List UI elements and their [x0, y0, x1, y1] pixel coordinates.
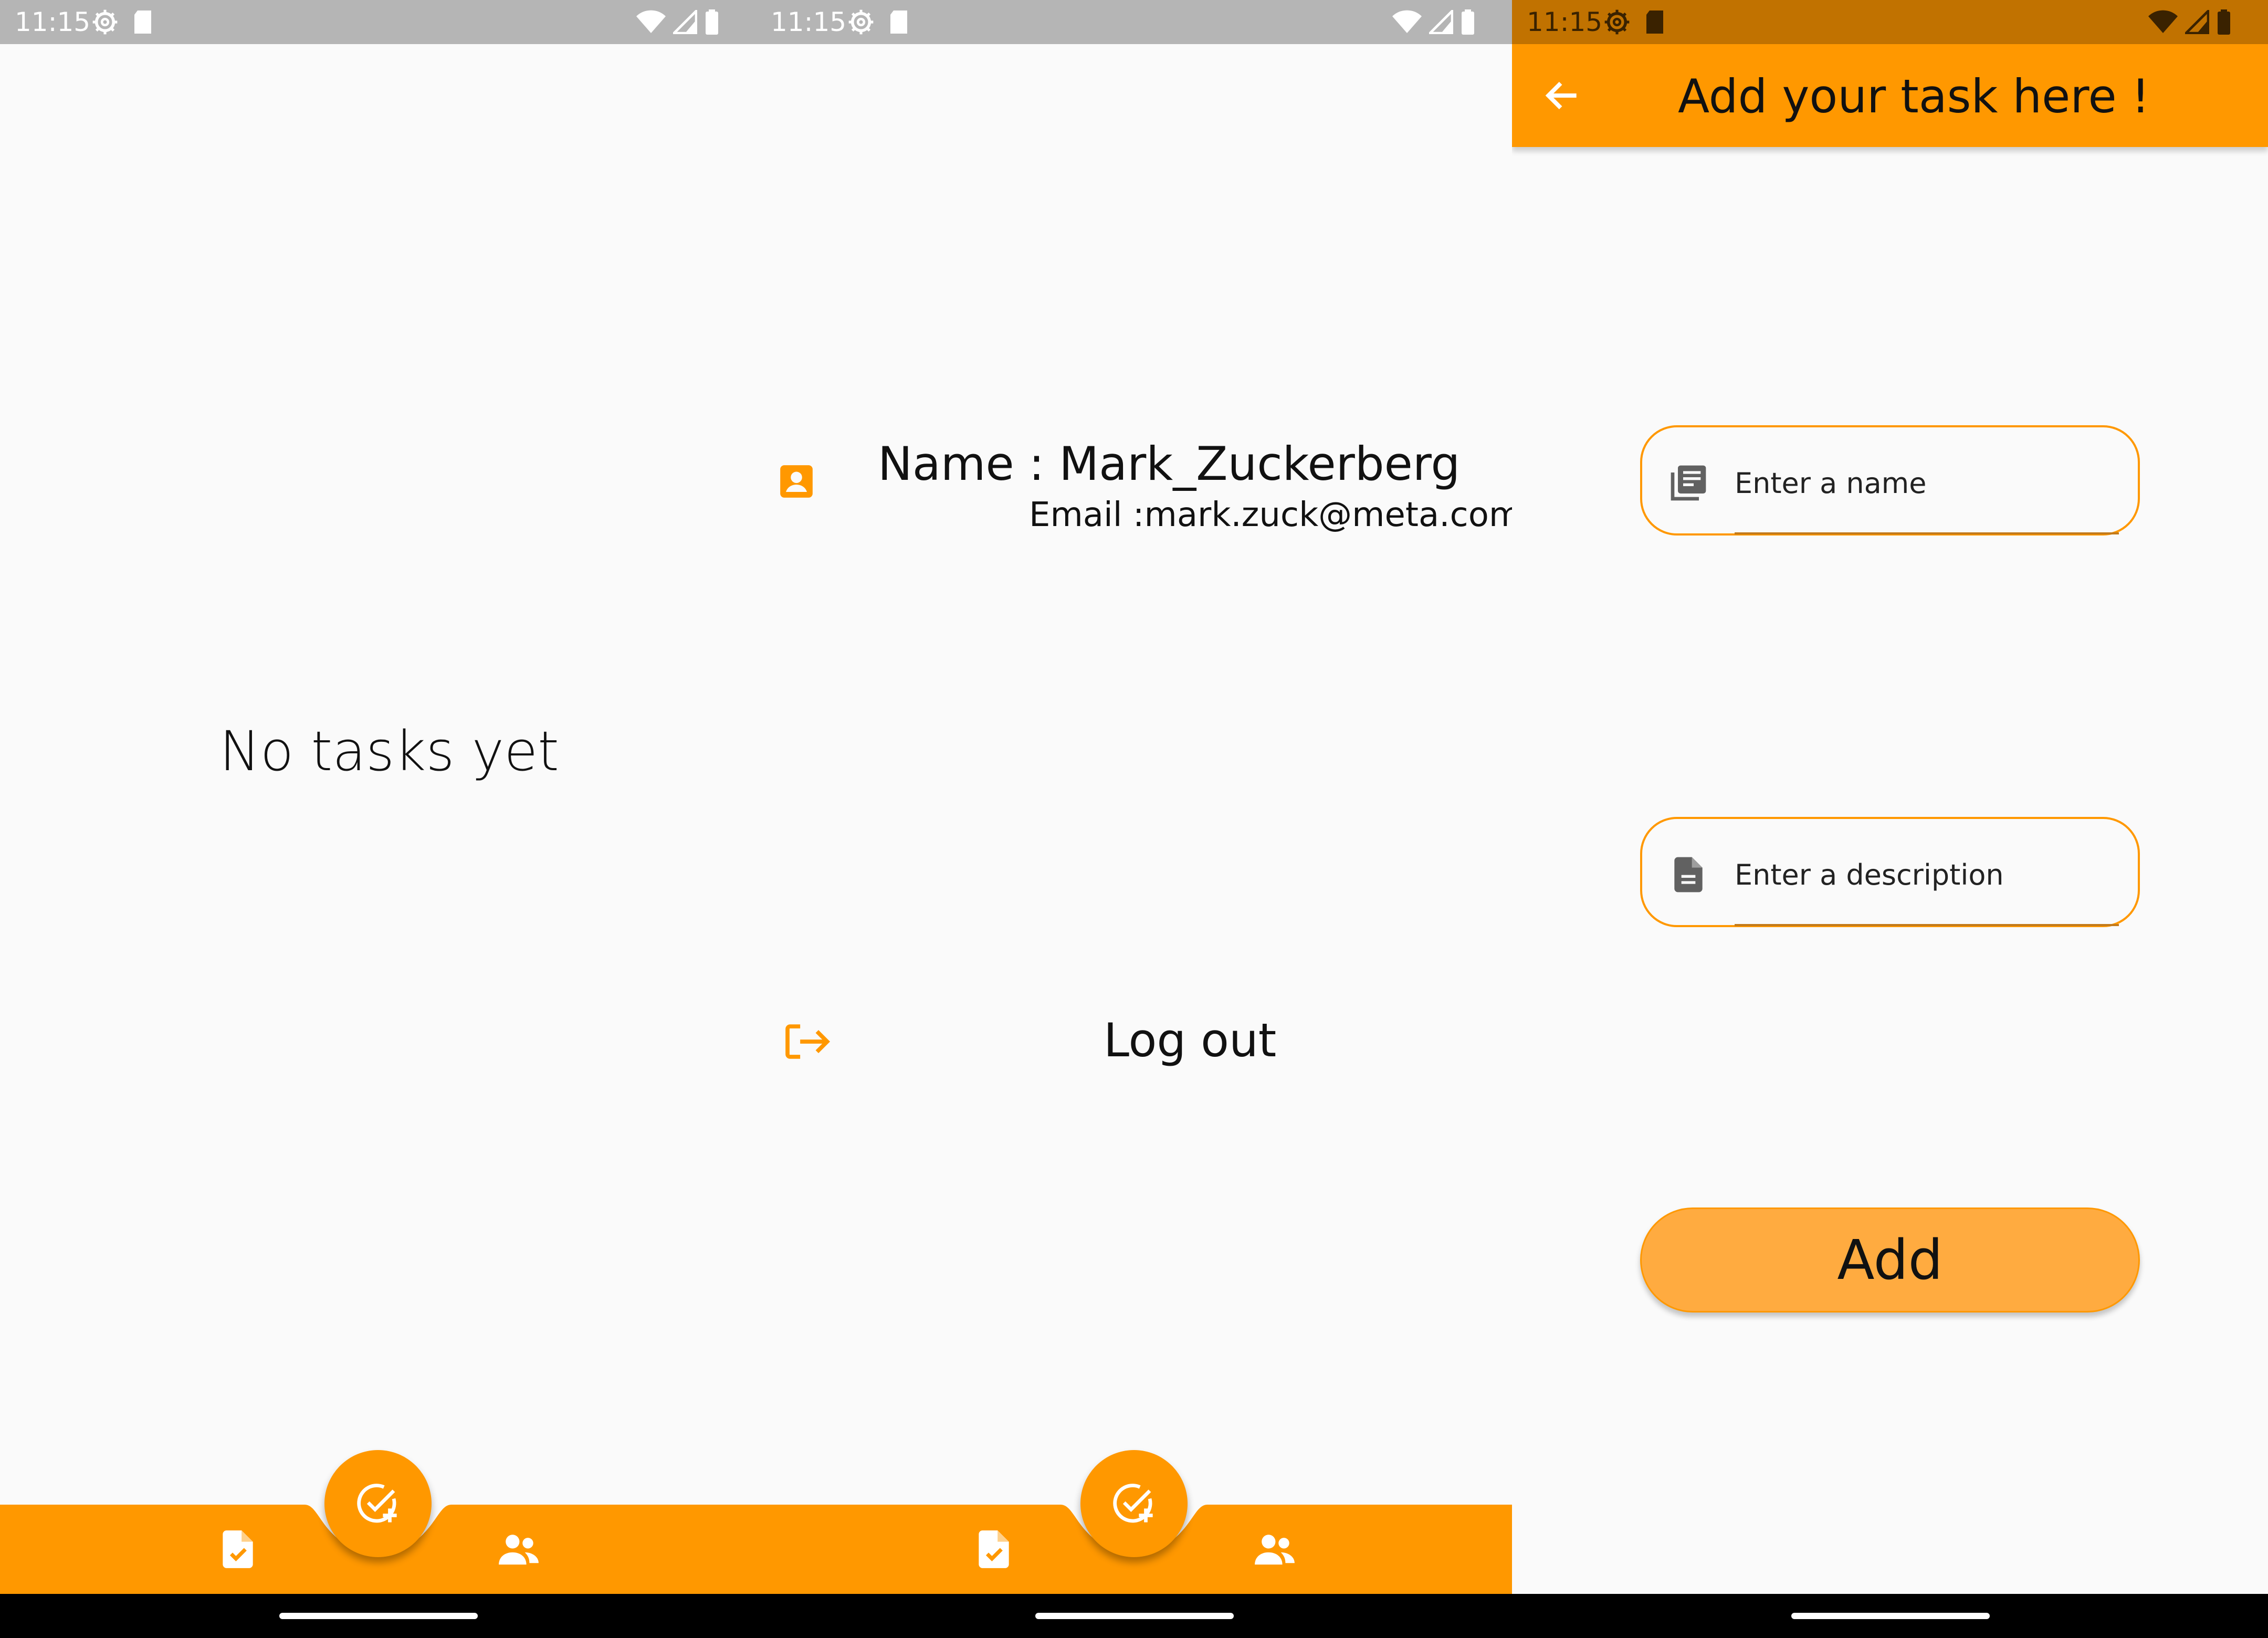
users-tab-icon[interactable] [1252, 1531, 1298, 1568]
wifi-icon [2148, 10, 2178, 34]
task-description-field[interactable] [1640, 817, 2140, 927]
description-document-icon [1674, 857, 1703, 892]
page-title: Add your task here ! [1678, 69, 2150, 123]
status-bar: 11:15 [1512, 0, 2268, 44]
add-task-fab[interactable] [324, 1450, 432, 1557]
field-underline [1735, 924, 2119, 926]
tasks-tab-icon[interactable] [971, 1527, 1016, 1572]
battery-icon [706, 9, 718, 35]
tasks-screen: 11:15 No tasks yet [0, 0, 756, 1638]
battery-icon [1462, 9, 1474, 35]
logout-button[interactable]: Log out [1104, 1013, 1276, 1067]
status-time: 11:15 [1527, 7, 1603, 37]
home-gesture-handle[interactable] [279, 1613, 478, 1619]
home-gesture-handle[interactable] [1791, 1613, 1990, 1619]
settings-gear-icon [848, 9, 874, 35]
contact-card-icon [780, 465, 813, 498]
field-underline [1735, 532, 2119, 534]
signal-icon [673, 10, 697, 34]
status-time: 11:15 [15, 7, 91, 37]
task-name-input[interactable] [1735, 462, 2102, 504]
add-task-button[interactable]: Add [1640, 1208, 2140, 1312]
empty-tasks-message: No tasks yet [219, 719, 559, 783]
logout-icon[interactable] [783, 1021, 831, 1063]
users-tab-icon[interactable] [496, 1531, 542, 1568]
battery-icon [2218, 9, 2230, 35]
task-name-field[interactable] [1640, 425, 2140, 536]
sd-card-icon [1646, 10, 1663, 34]
list-document-icon [1671, 465, 1706, 501]
status-indicators [2148, 9, 2231, 35]
system-navigation-bar [0, 1594, 756, 1638]
system-navigation-bar [1512, 1594, 2268, 1638]
tasks-tab-icon[interactable] [215, 1527, 260, 1572]
sd-card-icon [890, 10, 907, 34]
settings-gear-icon [1604, 9, 1630, 35]
status-bar: 11:15 [756, 0, 1512, 44]
status-bar: 11:15 [0, 0, 756, 44]
profile-name: Name : Mark_Zuckerberg [878, 437, 1461, 491]
signal-icon [1429, 10, 1453, 34]
profile-screen: 11:15 Name : Mark_Zuckerberg Email :mark… [756, 0, 1512, 1638]
task-description-input[interactable] [1735, 854, 2102, 896]
wifi-icon [1392, 10, 1422, 34]
add-task-check-icon [1113, 1484, 1153, 1523]
wifi-icon [636, 10, 666, 34]
add-task-check-icon [357, 1484, 397, 1523]
sd-card-icon [134, 10, 151, 34]
signal-icon [2185, 10, 2209, 34]
status-indicators [636, 9, 719, 35]
home-gesture-handle[interactable] [1035, 1613, 1234, 1619]
profile-email: Email :mark.zuck@meta.com [1029, 496, 1512, 534]
status-indicators [1392, 9, 1475, 35]
settings-gear-icon [92, 9, 118, 35]
add-task-screen: 11:15 Add your task here ! Add [1512, 0, 2268, 1638]
add-task-fab[interactable] [1080, 1450, 1188, 1557]
system-navigation-bar [756, 1594, 1512, 1638]
arrow-back-icon[interactable] [1541, 75, 1583, 117]
status-time: 11:15 [771, 7, 847, 37]
app-bar: Add your task here ! [1512, 44, 2268, 147]
